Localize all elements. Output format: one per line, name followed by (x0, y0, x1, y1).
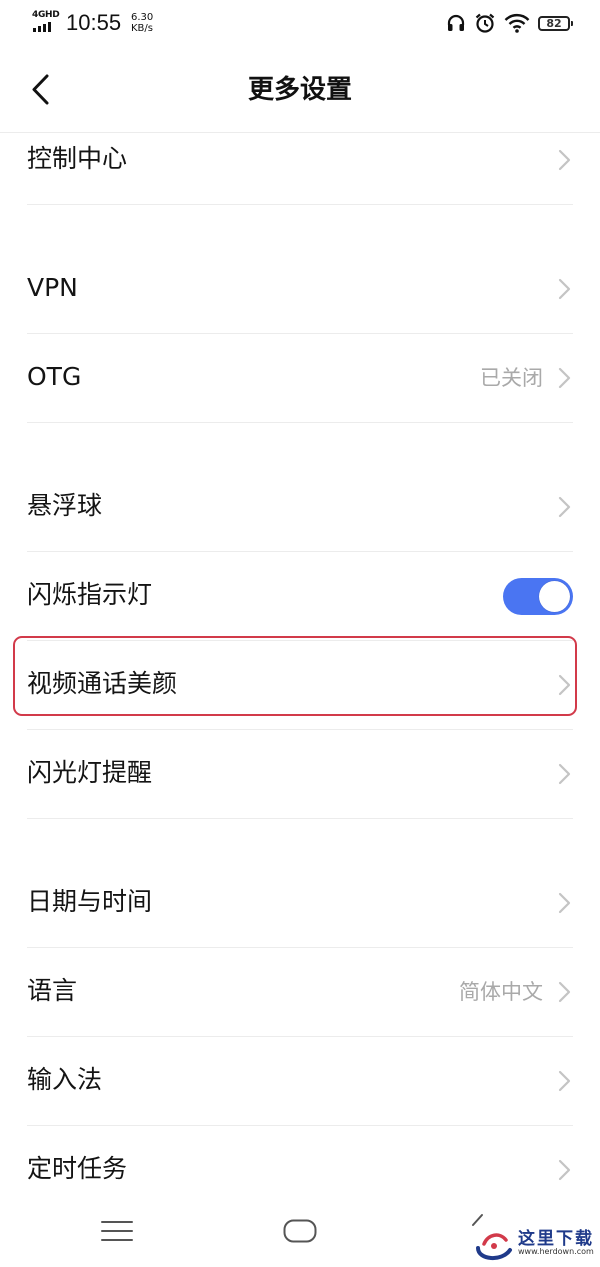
row-input-method[interactable]: 输入法 (27, 1037, 573, 1126)
settings-group: 控制中心 (0, 116, 600, 205)
settings-group: 日期与时间 语言 简体中文 输入法 定时任务 (0, 859, 600, 1214)
row-language[interactable]: 语言 简体中文 (27, 948, 573, 1037)
row-label: 定时任务 (27, 1154, 128, 1183)
chevron-right-icon (558, 149, 571, 171)
blink-indicator-toggle[interactable] (503, 578, 573, 615)
speed-value: 6.30 (131, 12, 154, 23)
row-label: 视频通话美颜 (27, 669, 178, 698)
chevron-right-icon (558, 981, 571, 1003)
settings-group: VPN OTG 已关闭 (0, 245, 600, 423)
watermark: 这里下载 www.herdown.com (470, 1222, 598, 1266)
chevron-right-icon (558, 1159, 571, 1181)
row-label: 闪光灯提醒 (27, 758, 153, 787)
chevron-right-icon (558, 278, 571, 300)
status-icons: 82 (446, 10, 573, 36)
status-bar: 4GHD 10:55 6.30 KB/s 82 (0, 0, 600, 48)
row-flash-reminder[interactable]: 闪光灯提醒 (27, 730, 573, 819)
chevron-right-icon (558, 674, 571, 696)
settings-list: 控制中心 VPN OTG 已关闭 悬浮球 闪烁指示灯 视频通话美颜 闪光灯提醒 … (0, 116, 600, 1214)
toggle-knob (539, 581, 570, 612)
network-type: 4GHD (32, 10, 60, 20)
row-label: 输入法 (27, 1065, 103, 1094)
settings-group: 悬浮球 闪烁指示灯 视频通话美颜 闪光灯提醒 (0, 463, 600, 819)
home-icon[interactable] (283, 1219, 317, 1243)
row-blink-indicator: 闪烁指示灯 (27, 552, 573, 641)
row-label: 闪烁指示灯 (27, 580, 153, 609)
battery-level: 82 (546, 16, 562, 30)
row-value: 已关闭 (480, 366, 543, 390)
chevron-right-icon (558, 496, 571, 518)
row-vpn[interactable]: VPN (27, 245, 573, 334)
network-speed: 6.30 KB/s (131, 12, 153, 34)
watermark-logo-icon (476, 1233, 512, 1260)
battery-icon: 82 (538, 15, 573, 31)
watermark-url: www.herdown.com (518, 1247, 594, 1256)
row-label: OTG (27, 362, 82, 391)
signal-bars (33, 22, 51, 32)
watermark-title: 这里下载 (518, 1229, 594, 1249)
chevron-right-icon (558, 892, 571, 914)
row-floating-ball[interactable]: 悬浮球 (27, 463, 573, 552)
row-value: 简体中文 (459, 980, 543, 1004)
headset-icon (447, 14, 465, 31)
row-label: 控制中心 (27, 144, 128, 173)
row-control-center[interactable]: 控制中心 (27, 116, 573, 205)
chevron-right-icon (558, 367, 571, 389)
status-time: 10:55 (66, 10, 122, 35)
row-date-time[interactable]: 日期与时间 (27, 859, 573, 948)
row-otg[interactable]: OTG 已关闭 (27, 334, 573, 423)
row-label: 日期与时间 (27, 887, 153, 916)
menu-icon[interactable] (101, 1220, 133, 1242)
page-title: 更多设置 (247, 75, 352, 105)
row-video-call-beauty[interactable]: 视频通话美颜 (27, 641, 573, 730)
row-label: VPN (27, 273, 78, 302)
wifi-icon (504, 13, 530, 33)
speed-unit: KB/s (131, 23, 153, 34)
chevron-right-icon (558, 1070, 571, 1092)
row-label: 悬浮球 (27, 491, 103, 520)
alarm-icon (475, 13, 495, 33)
row-label: 语言 (27, 976, 78, 1005)
chevron-right-icon (558, 763, 571, 785)
signal-icon: 4GHD (32, 10, 60, 34)
